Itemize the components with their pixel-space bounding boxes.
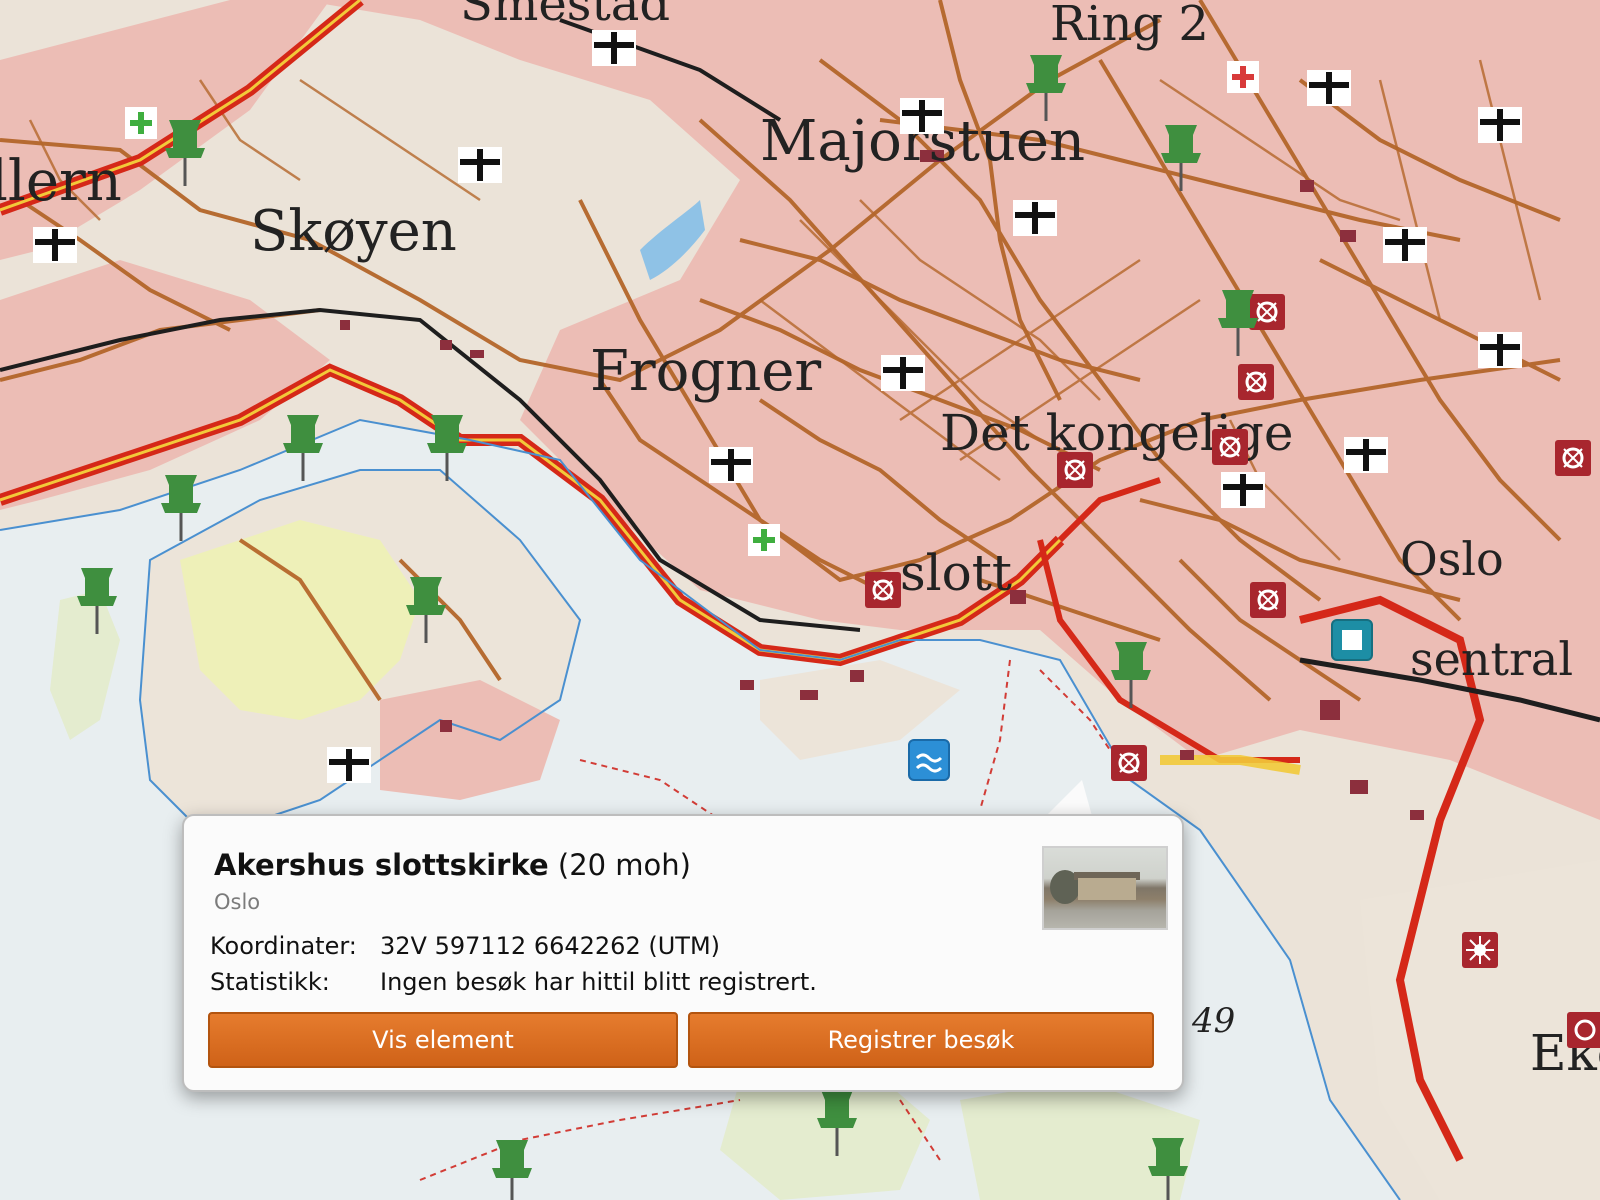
popup-pointer bbox=[1046, 780, 1092, 816]
place-label-ullern: llern bbox=[0, 149, 122, 214]
statistics-row: Statistikk: Ingen besøk har hittil blitt … bbox=[210, 968, 817, 996]
coordinates-label: Koordinater: bbox=[210, 932, 357, 960]
coordinates-row: Koordinater: 32V 597112 6642262 (UTM) bbox=[210, 932, 720, 960]
statistics-value: Ingen besøk har hittil blitt registrert. bbox=[380, 968, 817, 996]
place-label-sentral: sentral bbox=[1410, 632, 1573, 686]
statistics-label: Statistikk: bbox=[210, 968, 330, 996]
location-popup: Akershus slottskirke (20 moh) Oslo Koord… bbox=[182, 814, 1184, 1092]
location-thumbnail[interactable] bbox=[1042, 846, 1168, 930]
popup-subtitle: Oslo bbox=[214, 890, 261, 914]
place-label-slott: slott bbox=[900, 544, 1012, 602]
elevation-label: 49 bbox=[1191, 1001, 1235, 1041]
popup-elevation: (20 moh) bbox=[557, 848, 691, 882]
place-label-ring2: Ring 2 bbox=[1050, 0, 1209, 52]
place-label-skoyen: Skøyen bbox=[250, 199, 457, 264]
popup-title-row: Akershus slottskirke (20 moh) bbox=[214, 848, 691, 882]
place-label-smestad: Smestad bbox=[460, 0, 670, 32]
view-element-button[interactable]: Vis element bbox=[208, 1012, 678, 1068]
popup-title: Akershus slottskirke bbox=[214, 848, 549, 882]
register-visit-button[interactable]: Registrer besøk bbox=[688, 1012, 1154, 1068]
place-label-frogner: Frogner bbox=[590, 339, 821, 404]
place-label-oslo: Oslo bbox=[1400, 532, 1504, 586]
coordinates-value: 32V 597112 6642262 (UTM) bbox=[380, 932, 721, 960]
